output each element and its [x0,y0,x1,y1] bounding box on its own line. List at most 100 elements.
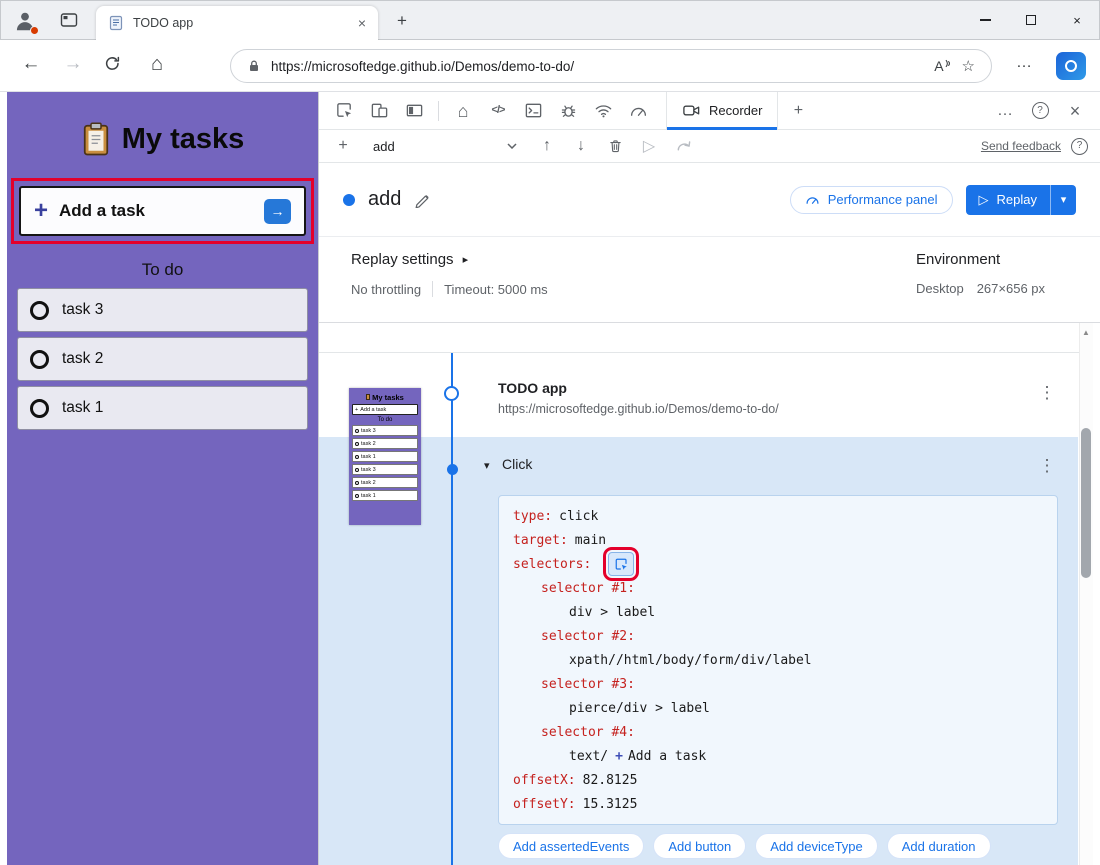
more-panels-button[interactable]: + [783,96,813,126]
resume-button[interactable] [671,138,695,155]
tab-strip: TODO app × + × [0,0,1100,40]
recording-select[interactable]: add [365,136,525,157]
elements-tab[interactable]: </> [483,96,513,126]
replay-settings-toggle[interactable]: Replay settings ▸ [351,251,468,268]
replay-label: Replay [997,192,1037,207]
minimize-icon [980,19,991,20]
maximize-button[interactable] [1008,0,1054,40]
browser-tab[interactable]: TODO app × [96,6,378,40]
environment-summary: Desktop 267×656 px [916,281,1045,296]
camera-icon [682,101,701,120]
network-tab[interactable] [588,96,618,126]
performance-tab[interactable] [623,96,653,126]
pencil-icon[interactable] [414,191,431,208]
thumbnail-task-row: task 1 [352,451,418,462]
add-duration-button[interactable]: Add duration [887,833,991,859]
sound-waves-icon [945,58,952,69]
send-feedback-link[interactable]: Send feedback [981,139,1061,153]
replay-settings-section: Replay settings ▸ No throttling Timeout:… [319,236,1100,322]
inspect-element-button[interactable] [329,96,359,126]
replay-settings-summary: No throttling Timeout: 5000 ms [351,281,548,297]
radio-circle-icon[interactable] [30,399,49,418]
replay-settings-label: Replay settings [351,251,454,268]
export-recording-button[interactable]: ↑ [535,137,559,155]
recording-select-value: add [373,139,395,154]
code-line: pierce/div > label [513,696,1043,720]
steps-scrollbar[interactable] [1079,323,1093,865]
tab-title: TODO app [133,16,349,30]
delete-recording-button[interactable] [603,137,627,155]
refresh-button[interactable] [104,55,130,72]
tab-close-button[interactable]: × [358,15,366,31]
wifi-icon [594,101,613,120]
radio-circle-icon[interactable] [30,350,49,369]
address-bar[interactable]: https://microsoftedge.github.io/Demos/de… [230,49,992,83]
add-devicetype-button[interactable]: Add deviceType [755,833,878,859]
add-assertedevents-button[interactable]: Add assertedEvents [498,833,644,859]
minimize-button[interactable] [962,0,1008,40]
replay-dropdown-button[interactable]: ▾ [1050,185,1076,215]
replay-split-button: ▷ Replay ▾ [966,185,1076,215]
dock-side-button[interactable] [399,96,429,126]
radio-circle-icon [355,442,359,446]
copilot-button[interactable] [1056,52,1086,80]
welcome-tab[interactable]: ⌂ [448,96,478,126]
task-item[interactable]: task 1 [17,386,308,430]
step-title[interactable]: Click [502,456,532,472]
thumbnail-task-row: task 3 [352,464,418,475]
step-title[interactable]: TODO app [498,380,567,396]
code-line: div > label [513,600,1043,624]
code-icon: </> [492,105,505,116]
chevron-down-icon [507,143,517,149]
throttling-value: No throttling [351,282,421,297]
device-emulation-button[interactable] [364,96,394,126]
trash-icon [607,137,624,155]
close-button[interactable]: × [1054,0,1100,40]
task-item[interactable]: task 2 [17,337,308,381]
scroll-up-button[interactable]: ▲ [1079,326,1093,340]
favorites-button[interactable]: ☆ [962,57,975,75]
forward-button[interactable]: → [60,53,86,75]
step-menu-button[interactable]: ⋮ [1037,383,1057,403]
read-aloud-button[interactable]: A [934,58,951,74]
app-title: My tasks [7,92,318,157]
copilot-icon [1065,60,1077,72]
thumbnail-task-row: task 3 [352,425,418,436]
selector-picker-button[interactable] [608,552,634,576]
step-menu-button[interactable]: ⋮ [1037,456,1057,476]
import-recording-button[interactable]: ↓ [569,137,593,155]
add-button-button[interactable]: Add button [653,833,746,859]
toolbar-divider [438,101,439,121]
tab-actions-icon [58,10,80,30]
performance-panel-button[interactable]: Performance panel [790,186,953,214]
devtools-help-button[interactable]: ? [1025,96,1055,126]
step-thumbnail[interactable]: My tasks + Add a task To do task 3 task … [349,388,421,525]
lock-icon [247,59,261,73]
add-task-button[interactable]: + Add a task → [19,186,306,236]
replay-toolbar-button[interactable]: ▷ [637,136,661,156]
settings-button[interactable]: … [1016,54,1033,72]
devtools-tab-bar-right: … ? × [990,96,1090,126]
step-disclosure-icon[interactable]: ▾ [484,459,490,472]
task-item[interactable]: task 3 [17,288,308,332]
home-button[interactable]: ⌂ [144,53,170,76]
create-recording-button[interactable]: + [331,137,355,155]
scrollbar-thumb[interactable] [1081,428,1091,578]
step-node [447,464,458,475]
recorder-tab[interactable]: Recorder [666,92,778,130]
profile-button[interactable] [12,8,38,34]
new-tab-button[interactable]: + [390,9,414,33]
environment-label: Environment [916,251,1000,268]
replay-button[interactable]: ▷ Replay [966,185,1050,215]
radio-circle-icon[interactable] [30,301,49,320]
devtools-close-button[interactable]: × [1060,96,1090,126]
back-button[interactable]: ← [18,53,44,75]
performance-panel-label: Performance panel [828,192,938,207]
recorder-tab-label: Recorder [709,103,762,118]
console-tab[interactable] [518,96,548,126]
devtools-more-button[interactable]: … [990,96,1020,126]
submit-task-button[interactable]: → [264,199,291,224]
recorder-help-button[interactable]: ? [1071,138,1088,155]
tab-actions-button[interactable] [58,10,80,30]
issues-tab[interactable] [553,96,583,126]
